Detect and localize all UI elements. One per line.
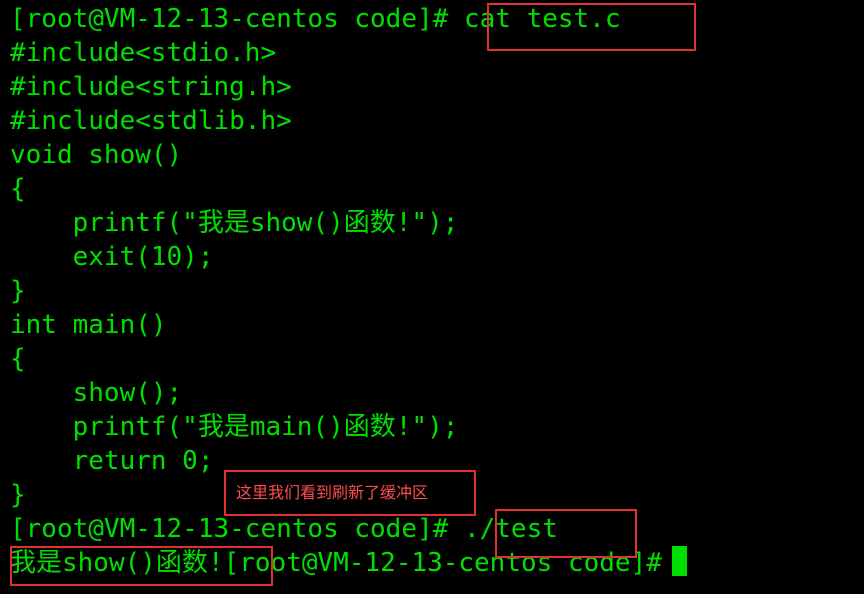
code-line: printf("我是main()函数!");: [10, 412, 459, 442]
code-line: int main(): [10, 310, 167, 340]
code-line: {: [10, 174, 26, 204]
code-line: show();: [10, 378, 183, 408]
code-line: }: [10, 276, 26, 306]
annotation-note: 这里我们看到刷新了缓冲区: [224, 470, 476, 516]
code-line: printf("我是show()函数!");: [10, 208, 459, 238]
code-line: {: [10, 344, 26, 374]
code-line: void show(): [10, 140, 183, 170]
terminal-cursor: [671, 546, 687, 576]
highlight-box-program-output: [10, 546, 273, 586]
highlight-box-cat-command: [487, 3, 696, 51]
code-line: exit(10);: [10, 242, 214, 272]
code-line: #include<stdlib.h>: [10, 106, 292, 136]
shell-prompt: [root@VM-12-13-centos code]#: [10, 4, 449, 34]
code-line: #include<string.h>: [10, 72, 292, 102]
terminal-window[interactable]: [root@VM-12-13-centos code]# cat test.c …: [0, 0, 864, 594]
highlight-box-run-command: [495, 509, 637, 558]
shell-prompt: [root@VM-12-13-centos code]#: [10, 514, 449, 544]
